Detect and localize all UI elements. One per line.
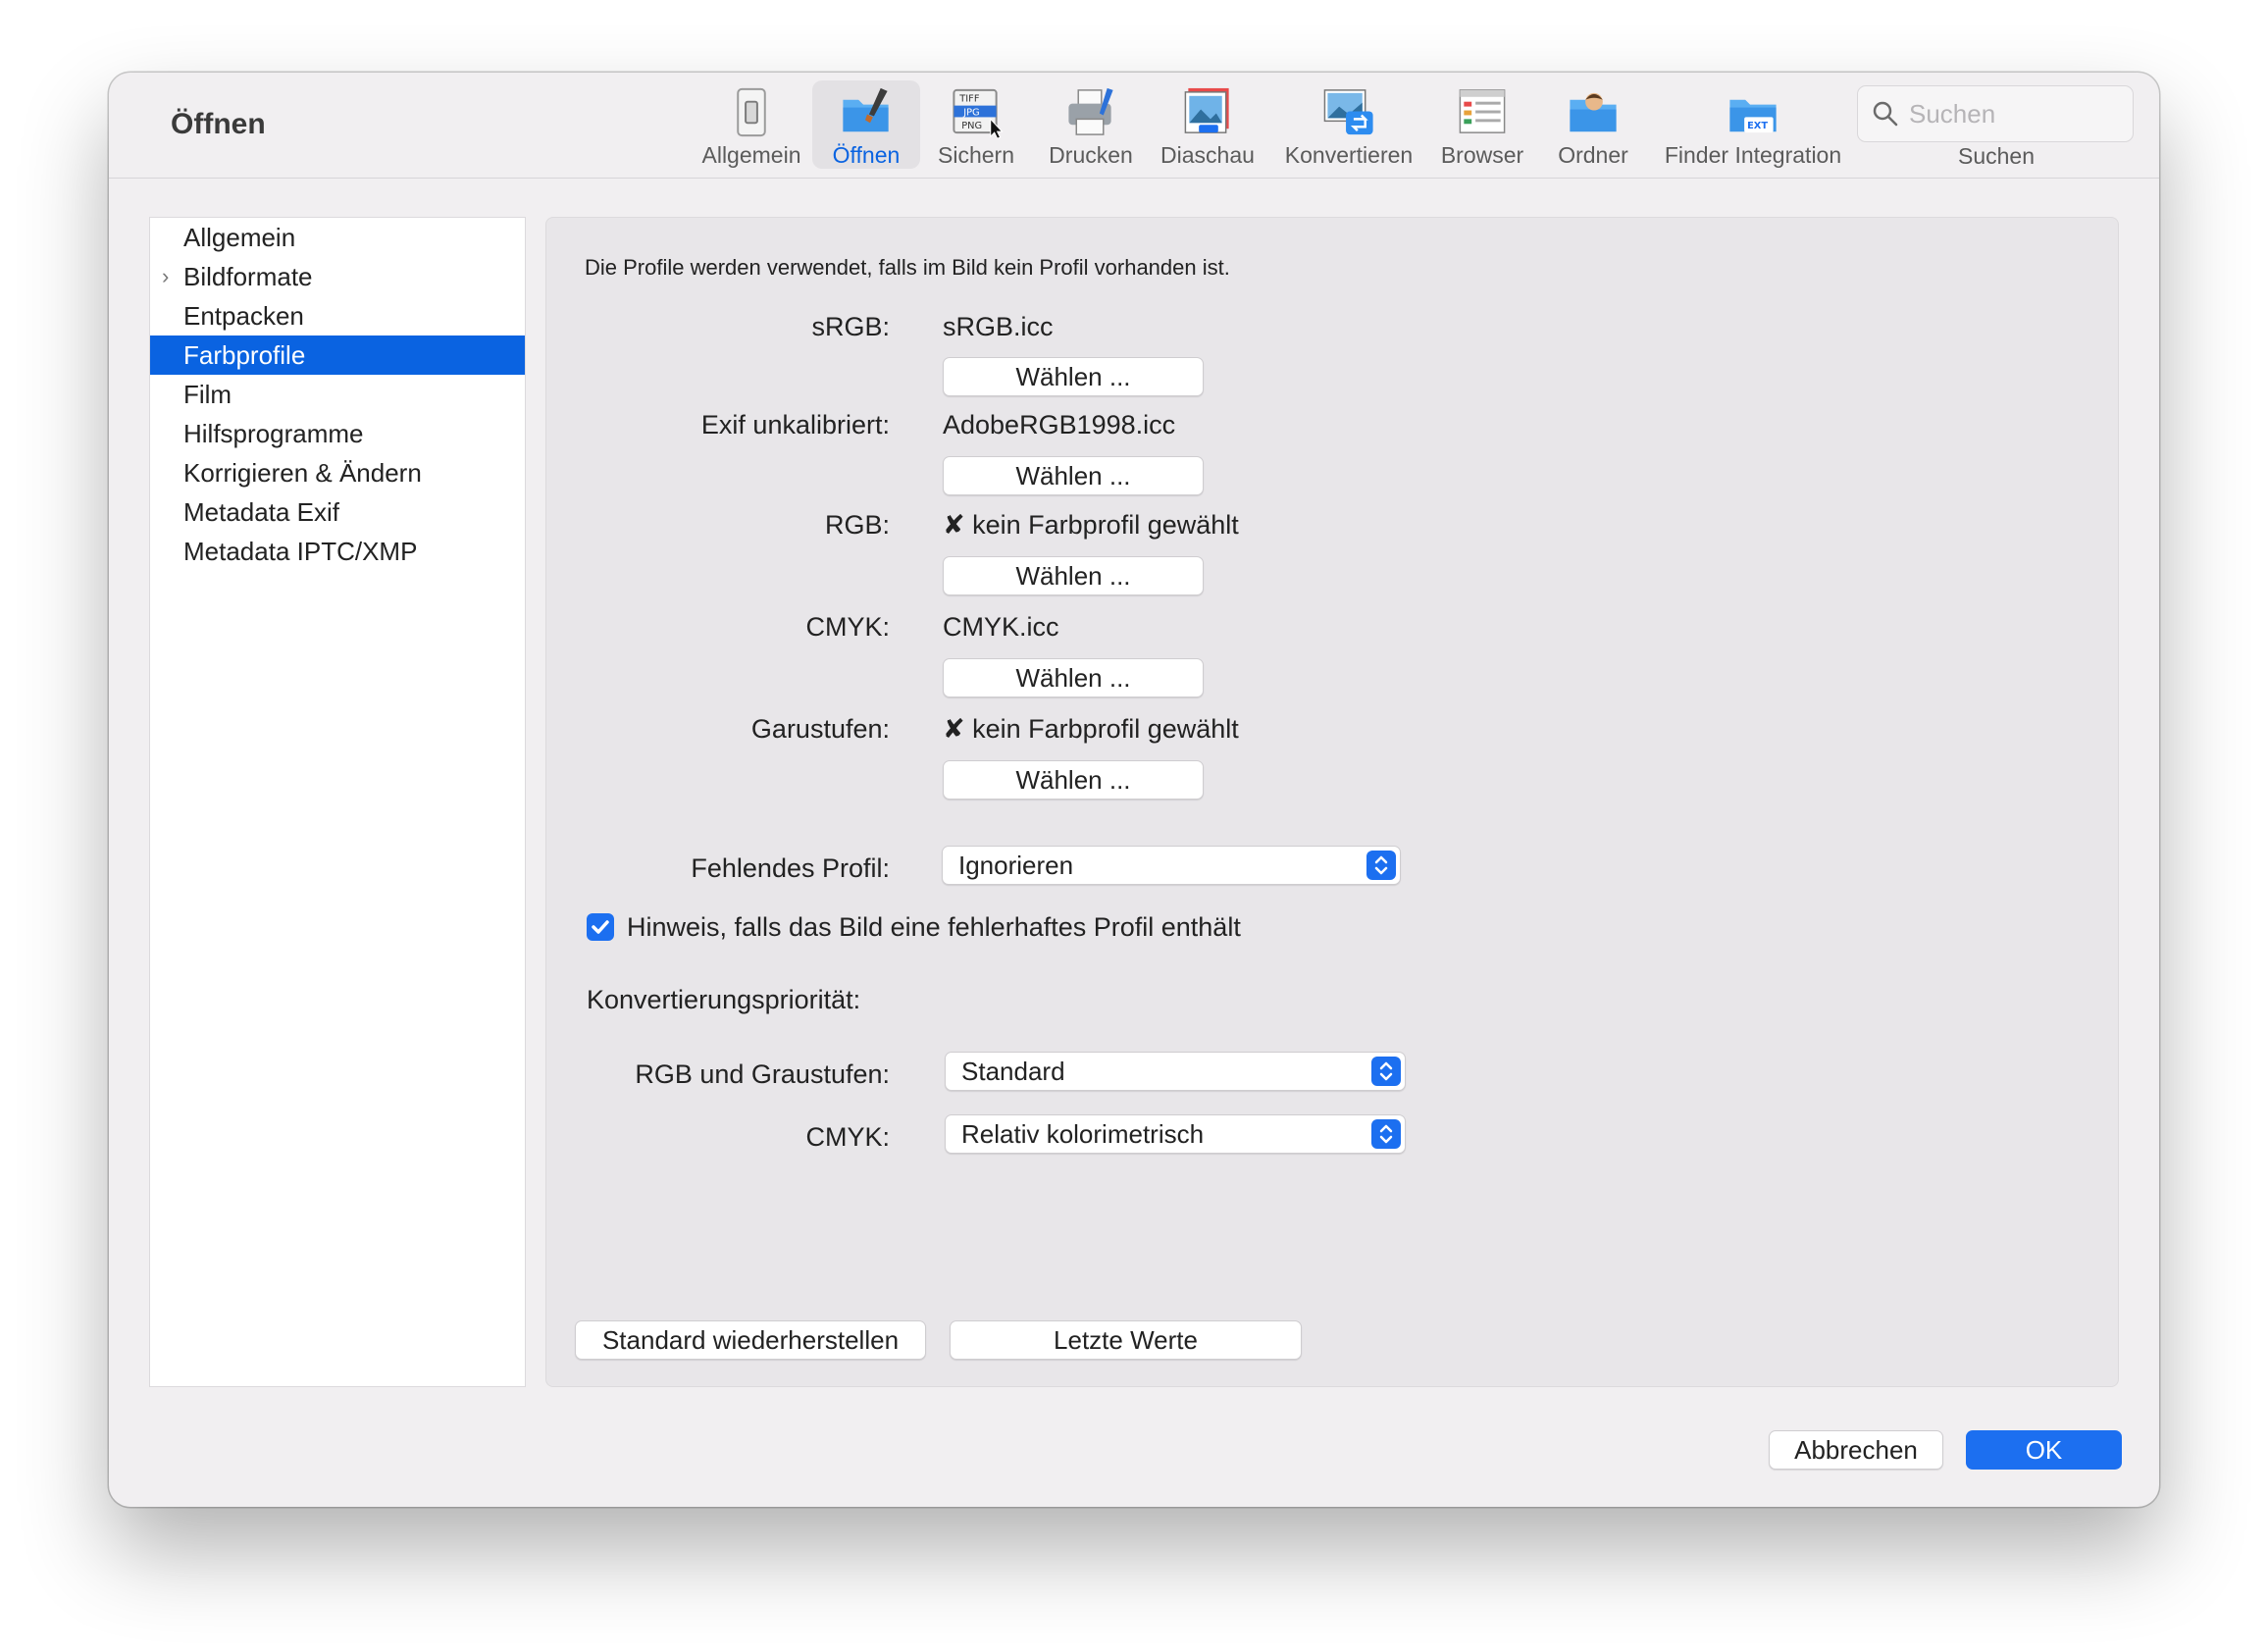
slideshow-icon — [1184, 87, 1229, 133]
sidebar-item-allgemein[interactable]: Allgemein — [150, 218, 525, 257]
tab-sichern[interactable]: TIFF JPG PNG Sichern — [922, 80, 1030, 169]
sidebar-item-farbprofile[interactable]: Farbprofile — [150, 336, 525, 375]
convert-icon — [1323, 89, 1373, 135]
cancel-button[interactable]: Abbrechen — [1769, 1430, 1943, 1470]
sidebar-item-entpacken[interactable]: Entpacken — [150, 296, 525, 336]
tab-allgemein[interactable]: Allgemein — [692, 80, 811, 169]
select-arrows-icon — [1371, 1119, 1401, 1149]
preferences-window: Öffnen Allgemein Öffnen TIFF JPG PNG Sic… — [109, 73, 2159, 1507]
tab-browser[interactable]: Browser — [1428, 80, 1536, 169]
rgb-gray-select[interactable]: Standard — [945, 1052, 1406, 1091]
chevron-right-icon[interactable]: › — [162, 257, 169, 296]
warning-checkbox[interactable] — [587, 913, 614, 941]
checkmark-icon — [592, 920, 609, 934]
cmyk-profile-label: CMYK: — [805, 612, 890, 642]
missing-profile-select[interactable]: Ignorieren — [942, 846, 1401, 885]
save-formats-icon: TIFF JPG PNG — [953, 88, 1004, 139]
sidebar-item-film[interactable]: Film — [150, 375, 525, 414]
svg-text:JPG: JPG — [962, 107, 979, 118]
sidebar-item-metadata-exif[interactable]: Metadata Exif — [150, 492, 525, 532]
tab-drucken[interactable]: Drucken — [1036, 80, 1146, 169]
tab-finder-integration[interactable]: EXT Finder Integration — [1649, 80, 1857, 169]
browser-icon — [1459, 89, 1506, 133]
grayscale-label: Garustufen: — [750, 714, 890, 744]
last-values-button[interactable]: Letzte Werte — [950, 1320, 1302, 1360]
ok-button[interactable]: OK — [1966, 1430, 2122, 1470]
printer-icon — [1068, 87, 1113, 135]
conversion-heading: Konvertierungspriorität: — [587, 985, 861, 1014]
grayscale-choose-button[interactable]: Wählen ... — [943, 760, 1204, 800]
search-icon — [1873, 101, 1898, 127]
toolbar: Öffnen Allgemein Öffnen TIFF JPG PNG Sic… — [109, 73, 2159, 179]
rgb-choose-button[interactable]: Wählen ... — [943, 556, 1204, 595]
srgb-choose-button[interactable]: Wählen ... — [943, 357, 1204, 396]
exif-value: AdobeRGB1998.icc — [943, 410, 1176, 439]
missing-profile-label: Fehlendes Profil: — [691, 853, 890, 883]
restore-defaults-button[interactable]: Standard wiederherstellen — [575, 1320, 926, 1360]
srgb-value: sRGB.icc — [943, 312, 1054, 341]
select-arrows-icon — [1371, 1057, 1401, 1086]
open-folder-icon — [843, 87, 889, 132]
rgb-label: RGB: — [824, 510, 890, 540]
finder-extension-icon: EXT — [1729, 99, 1777, 133]
intro-text: Die Profile werden verwendet, falls im B… — [585, 255, 1230, 280]
exif-label: Exif unkalibriert: — [700, 410, 890, 439]
svg-text:PNG: PNG — [961, 121, 982, 131]
cmyk-intent-select[interactable]: Relativ kolorimetrisch — [945, 1114, 1406, 1154]
sidebar-item-metadata-iptc[interactable]: Metadata IPTC/XMP — [150, 532, 525, 571]
srgb-label: sRGB: — [811, 312, 890, 341]
folder-person-icon — [1570, 92, 1617, 132]
window-title: Öffnen — [171, 108, 266, 140]
svg-text:TIFF: TIFF — [958, 94, 980, 105]
general-switch-icon — [737, 87, 766, 137]
sidebar-item-korrigieren[interactable]: Korrigieren & Ändern — [150, 453, 525, 492]
search-input[interactable] — [1907, 96, 2127, 131]
cmyk-intent-label: CMYK: — [805, 1122, 890, 1152]
sidebar-item-bildformate[interactable]: › Bildformate — [150, 257, 525, 296]
tab-ordner[interactable]: Ordner — [1544, 80, 1642, 169]
grayscale-value: ✘ kein Farbprofil gewählt — [943, 714, 1239, 744]
cmyk-profile-value: CMYK.icc — [943, 612, 1059, 642]
cmyk-choose-button[interactable]: Wählen ... — [943, 658, 1204, 697]
svg-text:EXT: EXT — [1747, 121, 1768, 131]
tab-oeffnen[interactable]: Öffnen — [812, 80, 920, 169]
color-profiles-panel: Die Profile werden verwendet, falls im B… — [545, 217, 2119, 1387]
tab-diaschau[interactable]: Diaschau — [1148, 80, 1267, 169]
search-label: Suchen — [1958, 143, 2036, 169]
select-arrows-icon — [1366, 851, 1396, 880]
sidebar: Allgemein › Bildformate Entpacken Farbpr… — [149, 217, 526, 1387]
tab-konvertieren[interactable]: Konvertieren — [1270, 80, 1427, 169]
rgb-gray-label: RGB und Graustufen: — [635, 1059, 890, 1089]
search-field[interactable] — [1857, 85, 2134, 142]
rgb-value: ✘ kein Farbprofil gewählt — [943, 510, 1239, 540]
sidebar-item-hilfsprogramme[interactable]: Hilfsprogramme — [150, 414, 525, 453]
warning-checkbox-label: Hinweis, falls das Bild eine fehlerhafte… — [627, 912, 1241, 942]
exif-choose-button[interactable]: Wählen ... — [943, 456, 1204, 495]
